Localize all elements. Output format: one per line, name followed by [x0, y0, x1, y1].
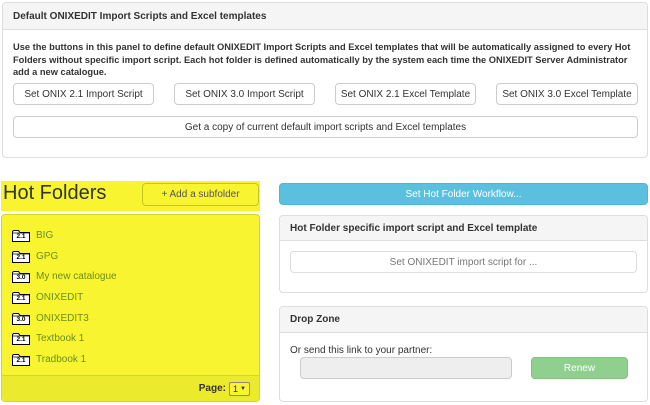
folder-name: ONIXEDIT: [36, 291, 84, 303]
folder-icon: 2.1: [12, 250, 30, 263]
folder-version: 2.1: [16, 232, 26, 240]
specific-script-title: Hot Folder specific import script and Ex…: [280, 216, 647, 241]
specific-script-panel: Hot Folder specific import script and Ex…: [279, 215, 648, 293]
folder-name: BIG: [36, 229, 54, 241]
folder-item[interactable]: 2.1 GPG: [12, 246, 117, 267]
partner-link-label: Or send this link to your partner:: [290, 345, 433, 356]
folder-name: My new catalogue: [36, 271, 117, 283]
folder-item[interactable]: 2.1 Tradbook 1: [12, 349, 117, 370]
folder-item[interactable]: 3.0 ONIXEDIT3: [12, 308, 117, 329]
hot-folders-list-panel: 2.1 BIG 2.1 GPG 3.0 My new catalogue 2.1 ONIXED…: [1, 214, 260, 402]
page-label: Page:: [198, 383, 226, 394]
drop-zone-title: Drop Zone: [280, 307, 647, 333]
hot-folders-title: Hot Folders: [3, 182, 107, 204]
pagination-footer: Page: 1 ▼: [2, 375, 259, 401]
folder-icon: 3.0: [12, 312, 30, 325]
chevron-down-icon: ▼: [240, 386, 246, 392]
renew-button[interactable]: Renew: [531, 357, 628, 379]
folder-name: ONIXEDIT3: [36, 312, 89, 324]
folder-list: 2.1 BIG 2.1 GPG 3.0 My new catalogue 2.1 ONIXED…: [12, 225, 117, 370]
folder-name: Textbook 1: [36, 333, 85, 345]
set-onix21-excel-button[interactable]: Set ONIX 2.1 Excel Template: [335, 83, 476, 105]
partner-link-field[interactable]: [300, 357, 512, 379]
folder-icon: 2.1: [12, 229, 30, 242]
folder-version: 3.0: [16, 274, 26, 282]
folder-item[interactable]: 2.1 Textbook 1: [12, 328, 117, 349]
default-scripts-title: Default ONIXEDIT Import Scripts and Exce…: [3, 3, 647, 30]
hot-folders-header: Hot Folders + Add a subfolder: [1, 181, 260, 211]
folder-item[interactable]: 3.0 My new catalogue: [12, 266, 117, 287]
folder-icon: 3.0: [12, 270, 30, 284]
folder-icon: 2.1: [12, 353, 30, 366]
page-select[interactable]: 1 ▼: [229, 382, 250, 396]
add-subfolder-button[interactable]: + Add a subfolder: [142, 183, 259, 206]
set-onix30-import-button[interactable]: Set ONIX 3.0 Import Script: [174, 83, 315, 105]
set-workflow-button[interactable]: Set Hot Folder Workflow...: [279, 183, 648, 205]
default-scripts-description: Use the buttons in this panel to define …: [13, 42, 631, 77]
drop-zone-panel: Drop Zone Or send this link to your part…: [279, 306, 648, 402]
folder-name: GPG: [36, 250, 59, 262]
folder-version: 2.1: [16, 336, 26, 344]
folder-icon: 2.1: [12, 291, 30, 304]
folder-name: Tradbook 1: [36, 353, 87, 365]
page-value: 1: [233, 384, 239, 394]
folder-version: 2.1: [16, 253, 26, 261]
set-onix30-excel-button[interactable]: Set ONIX 3.0 Excel Template: [496, 83, 638, 105]
folder-version: 2.1: [16, 294, 26, 302]
folder-version: 3.0: [16, 315, 26, 323]
folder-icon: 2.1: [12, 332, 30, 346]
folder-version: 2.1: [16, 356, 26, 364]
get-defaults-copy-button[interactable]: Get a copy of current default import scr…: [13, 116, 638, 138]
folder-item[interactable]: 2.1 ONIXEDIT: [12, 287, 117, 308]
set-specific-import-button[interactable]: Set ONIXEDIT import script for ...: [290, 251, 637, 273]
default-scripts-panel: Default ONIXEDIT Import Scripts and Exce…: [2, 2, 648, 158]
folder-item[interactable]: 2.1 BIG: [12, 225, 117, 246]
set-onix21-import-button[interactable]: Set ONIX 2.1 Import Script: [13, 83, 154, 105]
